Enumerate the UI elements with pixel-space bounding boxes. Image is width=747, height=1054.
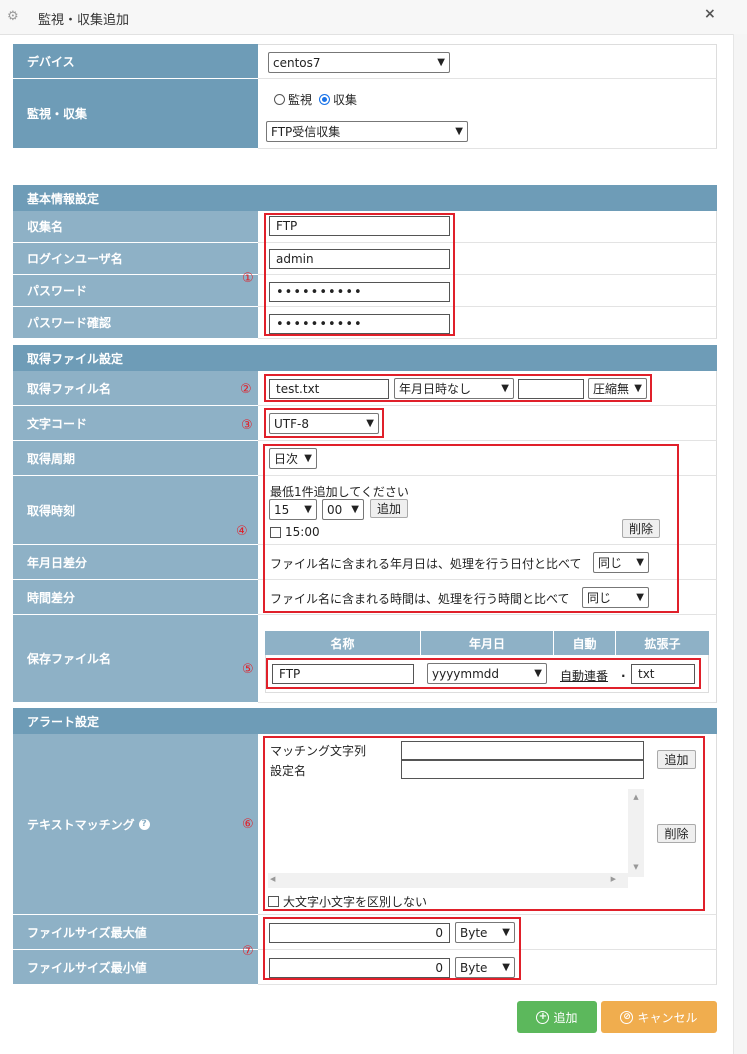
cycle-label: 取得周期 (13, 441, 258, 476)
monitor-label: 監視・収集 (13, 79, 258, 149)
radio-group: 監視 収集 (274, 91, 357, 108)
highlight-box-3 (264, 408, 384, 438)
user-label: ログインユーザ名 (13, 243, 258, 275)
add-button[interactable]: + 追加 (517, 1001, 597, 1033)
close-icon[interactable]: × (704, 6, 716, 22)
chevron-down-icon: ▼ (455, 126, 463, 137)
name-label: 収集名 (13, 211, 258, 243)
page-scrollbar[interactable] (733, 34, 747, 1054)
min-size-label: ファイルサイズ最小値 (13, 950, 258, 985)
highlight-box-2 (264, 374, 652, 402)
highlight-box-5 (266, 658, 701, 689)
cancel-button[interactable]: ⊘ キャンセル (601, 1001, 717, 1033)
password-label: パスワード (13, 275, 258, 307)
marker-4: ④ (236, 524, 248, 539)
col-date-header: 年月日 (421, 631, 554, 655)
col-auto-header: 自動 (554, 631, 616, 655)
ban-icon: ⊘ (620, 1010, 634, 1024)
save-file-label: 保存ファイル名 (13, 615, 258, 703)
highlight-box-6 (263, 736, 705, 911)
marker-5: ⑤ (242, 662, 254, 677)
marker-3: ③ (241, 418, 253, 433)
highlight-box-1 (264, 213, 455, 336)
time-label: 取得時刻 (13, 476, 258, 545)
text-matching-label: テキストマッチング ? (13, 734, 258, 915)
monitor-cell: 監視 収集 FTP受信収集 ▼ (258, 79, 717, 149)
password-confirm-label: パスワード確認 (13, 307, 258, 339)
marker-2: ② (240, 382, 252, 397)
marker-1: ① (242, 271, 254, 286)
datediff-label: 年月日差分 (13, 545, 258, 580)
radio-collect[interactable] (319, 94, 331, 105)
dialog-titlebar: ⚙ 監視・収集追加 × (0, 0, 747, 35)
gear-icon: ⚙ (7, 9, 19, 24)
device-label: デバイス (13, 44, 258, 79)
radio-monitor[interactable] (274, 94, 285, 105)
highlight-box-7 (263, 917, 521, 980)
radio-monitor-label: 監視 (288, 93, 313, 107)
marker-7: ⑦ (242, 944, 254, 959)
device-select[interactable]: centos7 ▼ (268, 52, 450, 73)
dialog-title: 監視・収集追加 (38, 13, 130, 28)
charset-label: 文字コード (13, 406, 258, 441)
device-cell: centos7 ▼ (258, 44, 717, 79)
timediff-label: 時間差分 (13, 580, 258, 615)
alert-section-header: アラート設定 (13, 708, 717, 734)
chevron-down-icon: ▼ (437, 57, 445, 68)
max-size-label: ファイルサイズ最大値 (13, 915, 258, 950)
file-section-header: 取得ファイル設定 (13, 345, 717, 371)
plus-circle-icon: + (536, 1010, 550, 1024)
col-name-header: 名称 (265, 631, 421, 655)
radio-collect-label: 収集 (333, 93, 358, 107)
highlight-box-4 (263, 444, 679, 613)
basic-section-header: 基本情報設定 (13, 185, 717, 211)
col-ext-header: 拡張子 (616, 631, 709, 655)
marker-6: ⑥ (242, 817, 254, 832)
help-icon[interactable]: ? (138, 818, 150, 830)
file-name-label: 取得ファイル名 (13, 371, 258, 406)
collect-type-select[interactable]: FTP受信収集 ▼ (266, 121, 468, 142)
